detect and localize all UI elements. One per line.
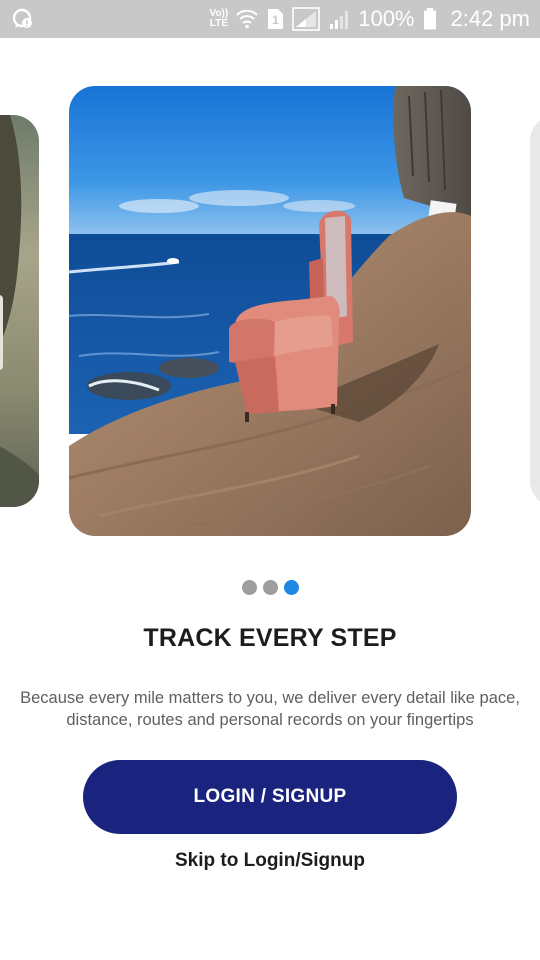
volte-icon: Vo)) LTE [209,8,229,29]
status-bar: Vo)) LTE 1 100% 2:42 pm [0,0,540,38]
next-slide-image[interactable] [530,115,540,507]
battery-percent: 100% [358,6,415,31]
carousel-pagination[interactable] [0,580,540,596]
onboarding-description: Because every mile matters to you, we de… [20,689,520,729]
sim-label: 1 [272,13,279,27]
signal-icon [328,8,350,30]
pagination-dot-active[interactable] [283,580,299,595]
pagination-dot[interactable] [262,580,278,595]
status-right: Vo)) LTE 1 100% 2:42 pm [210,6,530,32]
previous-slide-image[interactable] [0,115,39,507]
login-signup-button[interactable]: LOGIN / SIGNUP [83,760,457,834]
onboarding-title: TRACK EVERY STEP [143,624,397,652]
status-time: 2:42 pm [450,6,531,31]
whatsapp-notification-icon [12,8,34,30]
wifi-icon [236,9,258,29]
battery-icon [423,8,437,30]
pagination-dot[interactable] [241,580,257,595]
signal-icon [292,7,321,31]
current-slide-image[interactable] [69,86,471,536]
onboarding-carousel[interactable] [0,38,540,558]
sim-1-icon: 1 [266,8,284,30]
skip-to-login-link[interactable]: Skip to Login/Signup [0,850,540,872]
status-left [12,8,34,30]
